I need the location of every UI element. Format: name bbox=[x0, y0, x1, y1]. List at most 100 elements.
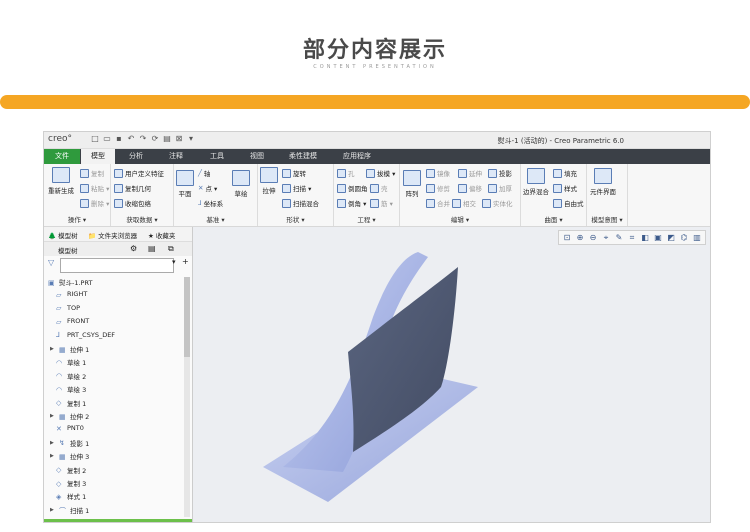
tree-item[interactable]: ◠ 草绘 3 bbox=[56, 384, 86, 395]
tab-flexible-modeling[interactable]: 柔性建模 bbox=[280, 149, 326, 164]
tree-item[interactable]: ▶ ⌒ 扫描 1 bbox=[50, 505, 89, 516]
group-label-surfaces[interactable]: 曲面 ▾ bbox=[521, 214, 586, 224]
windows-icon[interactable]: ▤ bbox=[162, 134, 172, 144]
add-icon[interactable]: + bbox=[182, 257, 189, 266]
tab-model-tree[interactable]: 🌲 模型树 bbox=[48, 230, 78, 240]
boundary-blend-button[interactable]: 边界混合 bbox=[523, 168, 549, 196]
copy-button[interactable]: 复制 bbox=[80, 168, 104, 178]
shell-button[interactable]: 壳 bbox=[370, 183, 388, 193]
redo-icon[interactable]: ↷ bbox=[138, 134, 148, 144]
tree-item[interactable]: ✕ PNT0 bbox=[56, 424, 84, 433]
group-label-operation[interactable]: 操作 ▾ bbox=[44, 214, 110, 224]
tree-item[interactable]: ▶ ▦ 拉伸 1 bbox=[50, 344, 89, 355]
close-window-icon[interactable]: ⊠ bbox=[174, 134, 184, 144]
tree-item[interactable]: ▱ FRONT bbox=[56, 317, 89, 326]
expand-arrow-icon[interactable]: ▶ bbox=[50, 346, 56, 352]
shell-icon bbox=[370, 183, 379, 193]
tab-analysis[interactable]: 分析 bbox=[118, 149, 154, 164]
tree-item[interactable]: ▶ ▦ 拉伸 3 bbox=[50, 451, 89, 462]
plane-button[interactable]: 平面 bbox=[176, 170, 194, 198]
sweep-button[interactable]: 扫描 ▾ bbox=[282, 183, 311, 193]
merge-button[interactable]: 合并 bbox=[426, 198, 450, 208]
tab-tools[interactable]: 工具 bbox=[199, 149, 235, 164]
expand-arrow-icon[interactable]: ▶ bbox=[50, 453, 56, 459]
tree-item[interactable]: ▶ ↯ 投影 1 bbox=[50, 438, 89, 448]
tab-annotate[interactable]: 注释 bbox=[158, 149, 194, 164]
shrinkwrap-button[interactable]: 收缩包络 bbox=[114, 198, 151, 208]
freestyle-button[interactable]: 自由式 bbox=[553, 198, 584, 208]
tree-expand-icon[interactable]: ⧉ bbox=[168, 244, 174, 254]
component-interface-button[interactable]: 元件界面 bbox=[590, 168, 616, 196]
search-input[interactable] bbox=[60, 258, 174, 273]
tab-applications[interactable]: 应用程序 bbox=[334, 149, 380, 164]
tab-folder-browser[interactable]: 📁 文件夹浏览器 bbox=[88, 230, 137, 240]
tree-settings-icon[interactable]: ⚙ bbox=[130, 244, 137, 253]
revolve-button[interactable]: 旋转 bbox=[282, 168, 306, 178]
tree-item[interactable]: ◠ 草绘 1 bbox=[56, 357, 86, 368]
tab-favorites[interactable]: ★ 收藏夹 bbox=[148, 230, 175, 240]
graphics-viewport[interactable]: ⊡ ⊕ ⊖ ⌖ ✎ ⌗ ◧ ▣ ◩ ⌬ ▥ bbox=[193, 227, 710, 522]
group-label-get-data[interactable]: 获取数据 ▾ bbox=[111, 214, 173, 224]
tree-item[interactable]: ▣ 熨斗-1.PRT bbox=[48, 277, 92, 288]
extrude-button[interactable]: 拉伸 bbox=[260, 167, 278, 195]
tree-item[interactable]: ◇ 复制 3 bbox=[56, 478, 86, 489]
tree-item[interactable]: ▱ RIGHT bbox=[56, 290, 87, 299]
tree-columns-icon[interactable]: ▤ bbox=[148, 244, 156, 253]
hole-button[interactable]: 孔 bbox=[337, 168, 355, 178]
expand-arrow-icon[interactable]: ▶ bbox=[50, 413, 56, 419]
regenerate-icon[interactable]: ⟳ bbox=[150, 134, 160, 144]
csys-button[interactable]: ⅃ 坐标系 bbox=[198, 198, 223, 208]
extend-button[interactable]: 延伸 bbox=[458, 168, 482, 178]
draft-button[interactable]: 拔模 ▾ bbox=[366, 168, 395, 178]
group-label-editing[interactable]: 编辑 ▾ bbox=[400, 214, 520, 224]
offset-button[interactable]: 偏移 bbox=[458, 183, 482, 193]
scrollbar-thumb[interactable] bbox=[184, 277, 190, 357]
tree-item[interactable]: ⅃ PRT_CSYS_DEF bbox=[56, 331, 115, 340]
tree-item[interactable]: ▱ TOP bbox=[56, 304, 80, 313]
rib-button[interactable]: 筋 ▾ bbox=[370, 198, 393, 208]
tab-model[interactable]: 模型 bbox=[81, 149, 115, 164]
tree-item[interactable]: ◇ 复制 1 bbox=[56, 398, 86, 408]
sketch-button[interactable]: 草绘 bbox=[232, 170, 250, 198]
expand-arrow-icon[interactable]: ▶ bbox=[50, 440, 56, 446]
group-label-shape[interactable]: 形状 ▾ bbox=[258, 214, 333, 224]
group-label-engineering[interactable]: 工程 ▾ bbox=[334, 214, 399, 224]
filter-icon[interactable]: ▽ bbox=[48, 258, 54, 267]
tab-view[interactable]: 视图 bbox=[239, 149, 275, 164]
copy-geometry-button[interactable]: 复制几何 bbox=[114, 183, 151, 193]
udf-button[interactable]: 用户定义特征 bbox=[114, 168, 164, 178]
expand-arrow-icon[interactable]: ▶ bbox=[50, 507, 56, 513]
paste-button[interactable]: 粘贴 ▾ bbox=[80, 183, 109, 193]
tree-scrollbar[interactable] bbox=[184, 277, 190, 517]
delete-button[interactable]: 删除 ▾ bbox=[80, 198, 109, 208]
solidify-button[interactable]: 实体化 bbox=[482, 198, 513, 208]
tab-file[interactable]: 文件 bbox=[44, 149, 80, 164]
group-engineering: 孔 拔模 ▾ 倒圆角 ▾ 壳 倒角 ▾ 筋 ▾ 工程 ▾ bbox=[334, 164, 400, 226]
regenerate-button[interactable]: 重新生成 bbox=[48, 167, 74, 195]
chamfer-button[interactable]: 倒角 ▾ bbox=[337, 198, 366, 208]
open-folder-icon[interactable]: ▭ bbox=[102, 134, 112, 144]
tree-item[interactable]: ◈ 样式 1 bbox=[56, 491, 86, 502]
intersect-button[interactable]: 相交 bbox=[452, 198, 476, 208]
thicken-button[interactable]: 加厚 bbox=[488, 183, 512, 193]
save-icon[interactable]: ▪ bbox=[114, 134, 124, 144]
group-label-datum[interactable]: 基准 ▾ bbox=[174, 214, 257, 224]
project-button[interactable]: 投影 bbox=[488, 168, 512, 178]
filter-options-icon[interactable]: ▾ bbox=[172, 258, 176, 266]
customize-icon[interactable]: ▾ bbox=[186, 134, 196, 144]
undo-icon[interactable]: ↶ bbox=[126, 134, 136, 144]
swept-blend-button[interactable]: 扫描混合 bbox=[282, 198, 319, 208]
style-button[interactable]: 样式 bbox=[553, 183, 577, 193]
axis-button[interactable]: ╱ 轴 bbox=[198, 168, 210, 178]
tree-item[interactable]: ▶ ▦ 拉伸 2 bbox=[50, 411, 89, 422]
round-button[interactable]: 倒圆角 ▾ bbox=[337, 183, 373, 193]
tree-item[interactable]: ◠ 草绘 2 bbox=[56, 371, 86, 381]
new-file-icon[interactable]: □ bbox=[90, 134, 100, 144]
tree-item[interactable]: ◇ 复制 2 bbox=[56, 465, 86, 475]
trim-button[interactable]: 修剪 bbox=[426, 183, 450, 193]
fill-button[interactable]: 填充 bbox=[553, 168, 577, 178]
mirror-button[interactable]: 镜像 bbox=[426, 168, 450, 178]
point-button[interactable]: ✕ 点 ▾ bbox=[198, 183, 217, 193]
pattern-button[interactable]: 阵列 bbox=[403, 170, 421, 198]
group-label-model-intent[interactable]: 模型意图 ▾ bbox=[587, 214, 627, 224]
